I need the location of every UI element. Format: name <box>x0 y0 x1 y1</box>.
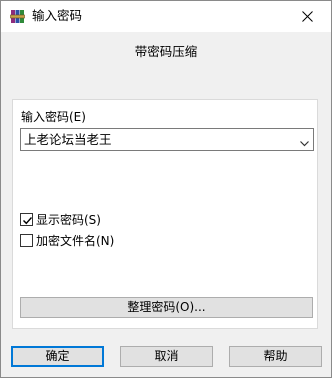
checkmark-icon <box>23 217 33 225</box>
show-password-checkbox[interactable] <box>20 213 33 226</box>
close-icon <box>302 11 313 22</box>
cancel-button[interactable]: 取消 <box>120 346 213 367</box>
encrypt-filenames-label[interactable]: 加密文件名(N) <box>36 233 114 249</box>
help-button[interactable]: 帮助 <box>229 346 322 367</box>
password-label: 输入密码(E) <box>21 110 86 124</box>
password-dialog: 输入密码 带密码压缩 输入密码(E) 上老论坛当老王 显示密码(S) 加密文件名… <box>0 0 332 378</box>
window-title: 输入密码 <box>32 8 83 23</box>
winrar-books-icon <box>10 9 25 24</box>
chevron-down-icon[interactable] <box>300 136 309 150</box>
dialog-heading: 带密码压缩 <box>134 44 198 59</box>
ok-button[interactable]: 确定 <box>11 346 104 367</box>
organize-passwords-button[interactable]: 整理密码(O)... <box>20 297 313 318</box>
password-combobox[interactable]: 上老论坛当老王 <box>20 128 314 151</box>
title-bar[interactable]: 输入密码 <box>1 1 331 32</box>
show-password-label[interactable]: 显示密码(S) <box>36 212 101 228</box>
password-value[interactable]: 上老论坛当老王 <box>24 131 112 148</box>
encrypt-filenames-checkbox[interactable] <box>20 234 33 247</box>
close-button[interactable] <box>285 1 331 32</box>
